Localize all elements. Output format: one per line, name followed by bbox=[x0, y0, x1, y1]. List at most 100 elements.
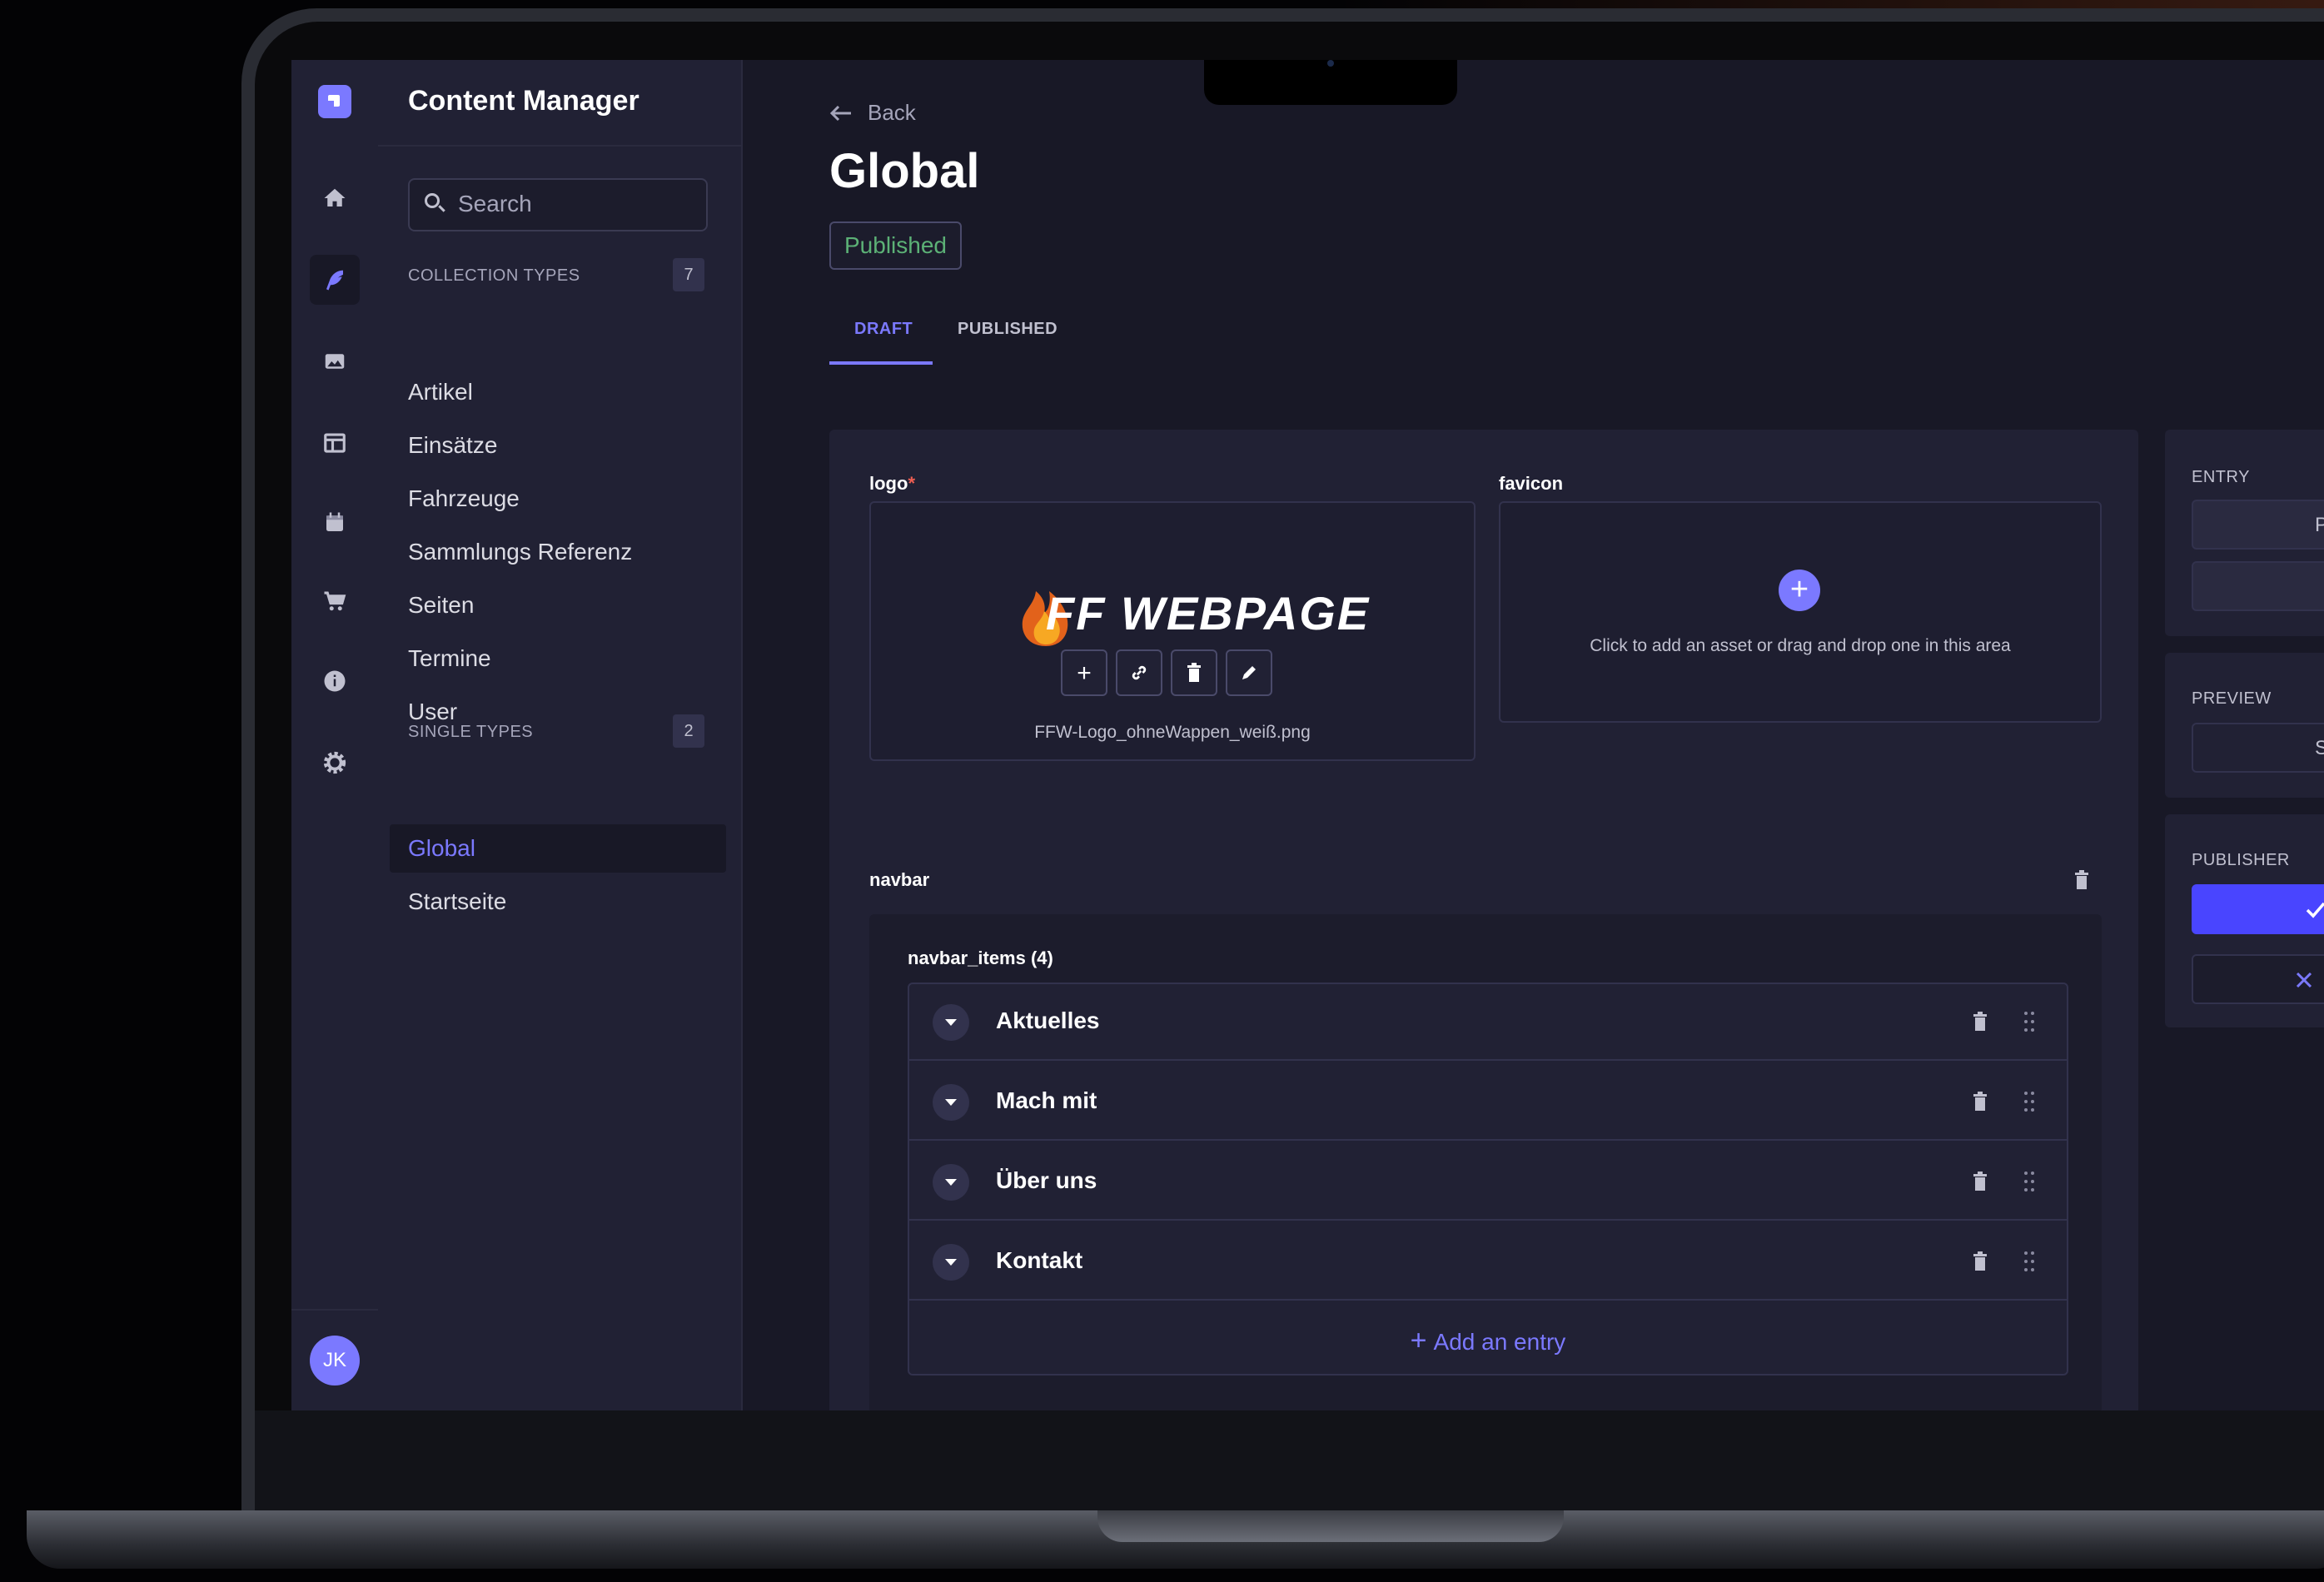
tab-draft[interactable]: DRAFT bbox=[854, 320, 913, 339]
reject-button[interactable] bbox=[2192, 954, 2324, 1004]
edit-asset-button[interactable] bbox=[1226, 649, 1272, 696]
favicon-field-label: favicon bbox=[1499, 473, 1564, 494]
list-item[interactable]: Über uns bbox=[909, 1144, 2067, 1221]
trash-icon[interactable] bbox=[1972, 1171, 1988, 1192]
edit-panel: logo* FF WEBPAGE + FFW-Logo_ohneWappen_w… bbox=[829, 430, 2138, 1410]
single-types-count: 2 bbox=[673, 714, 704, 748]
chevron-down-icon[interactable] bbox=[933, 1004, 969, 1041]
search-icon bbox=[425, 193, 440, 208]
logo-label-text: logo bbox=[869, 473, 908, 494]
list-item-label: Aktuelles bbox=[996, 1007, 1100, 1033]
add-entry-label: Add an entry bbox=[1433, 1329, 1566, 1355]
nav-title: Content Manager bbox=[408, 85, 639, 117]
list-item-label: Über uns bbox=[996, 1167, 1097, 1193]
tab-published[interactable]: PUBLISHED bbox=[958, 320, 1057, 339]
logo-asset-card[interactable]: FF WEBPAGE + FFW-Logo_ohneWappen_weiß.pn… bbox=[869, 501, 1476, 761]
sidebar-item-termine[interactable]: Termine bbox=[390, 634, 726, 683]
avatar[interactable]: JK bbox=[310, 1336, 360, 1385]
entry-button-secondary[interactable] bbox=[2192, 561, 2324, 611]
status-badge: Published bbox=[829, 221, 962, 270]
content-manager-nav: Content Manager COLLECTION TYPES 7 Artik… bbox=[378, 60, 743, 1410]
navbar-items-list: Aktuelles Mach mit Über uns Kontakt + Ad… bbox=[908, 983, 2068, 1376]
link-icon bbox=[1132, 665, 1147, 680]
calendar-icon[interactable] bbox=[310, 498, 360, 548]
approve-button[interactable] bbox=[2192, 884, 2324, 934]
search-input[interactable] bbox=[456, 188, 701, 220]
laptop-base-notch bbox=[1097, 1510, 1564, 1542]
trash-icon[interactable] bbox=[1972, 1011, 1988, 1032]
logo-image-text: FF WEBPAGE bbox=[1046, 587, 1371, 639]
sidebar-item-artikel[interactable]: Artikel bbox=[390, 368, 726, 416]
sidebar-item-global[interactable]: Global bbox=[390, 824, 726, 873]
collection-types-count: 7 bbox=[673, 258, 704, 291]
media-icon[interactable] bbox=[310, 336, 360, 386]
feather-icon[interactable] bbox=[310, 255, 360, 305]
favicon-drop-text: Click to add an asset or drag and drop o… bbox=[1590, 636, 2011, 655]
navbar-delete-icon[interactable] bbox=[2073, 869, 2090, 891]
layout-icon[interactable] bbox=[310, 418, 360, 468]
navbar-field-label: navbar bbox=[869, 869, 930, 890]
list-item-label: Mach mit bbox=[996, 1087, 1097, 1113]
list-item[interactable]: Kontakt bbox=[909, 1224, 2067, 1301]
page-title: Global bbox=[829, 144, 980, 198]
gear-icon[interactable] bbox=[310, 738, 360, 788]
logo-field-label: logo* bbox=[869, 473, 915, 495]
preview-button[interactable]: S bbox=[2192, 723, 2324, 773]
list-item-label: Kontakt bbox=[996, 1247, 1083, 1273]
sidebar-item-sammlungs-referenz[interactable]: Sammlungs Referenz bbox=[390, 528, 726, 576]
entry-label: ENTRY bbox=[2192, 468, 2250, 486]
list-item[interactable]: Aktuelles bbox=[909, 984, 2067, 1061]
favicon-dropzone[interactable]: + Click to add an asset or drag and drop… bbox=[1499, 501, 2102, 723]
back-arrow-icon[interactable] bbox=[829, 105, 853, 122]
required-mark: * bbox=[908, 473, 915, 494]
camera-notch bbox=[1204, 60, 1457, 105]
add-asset-button[interactable]: + bbox=[1061, 649, 1107, 696]
list-item[interactable]: Mach mit bbox=[909, 1064, 2067, 1141]
sidebar-item-seiten[interactable]: Seiten bbox=[390, 581, 726, 629]
entry-card: ENTRY P bbox=[2165, 430, 2324, 636]
chevron-down-icon[interactable] bbox=[933, 1164, 969, 1201]
drag-handle-icon[interactable] bbox=[2023, 1171, 2035, 1192]
camera-icon bbox=[1327, 60, 1334, 67]
check-icon bbox=[2306, 902, 2324, 918]
preview-label: PREVIEW bbox=[2192, 689, 2272, 708]
rail-divider bbox=[291, 1309, 378, 1311]
active-tab-indicator bbox=[829, 361, 933, 365]
icon-rail: JK bbox=[291, 60, 380, 1410]
chevron-down-icon[interactable] bbox=[933, 1244, 969, 1281]
back-link[interactable]: Back bbox=[868, 100, 916, 126]
trash-icon[interactable] bbox=[1972, 1251, 1988, 1272]
sidebar-item-startseite[interactable]: Startseite bbox=[390, 878, 726, 926]
app-logo-icon[interactable] bbox=[318, 85, 351, 118]
pencil-icon bbox=[1242, 666, 1256, 679]
drag-handle-icon[interactable] bbox=[2023, 1251, 2035, 1272]
add-favicon-icon[interactable]: + bbox=[1779, 570, 1820, 611]
drag-handle-icon[interactable] bbox=[2023, 1011, 2035, 1032]
publisher-card: PUBLISHER bbox=[2165, 814, 2324, 1027]
trash-icon[interactable] bbox=[1972, 1091, 1988, 1112]
cart-icon[interactable] bbox=[310, 576, 360, 626]
collection-types-label: COLLECTION TYPES bbox=[408, 266, 580, 285]
nav-divider bbox=[378, 145, 741, 147]
drag-handle-icon[interactable] bbox=[2023, 1091, 2035, 1112]
sidebar-item-einsaetze[interactable]: Einsätze bbox=[390, 421, 726, 470]
single-types-label: SINGLE TYPES bbox=[408, 723, 534, 741]
chevron-down-icon[interactable] bbox=[933, 1084, 969, 1121]
delete-asset-button[interactable] bbox=[1171, 649, 1217, 696]
publisher-label: PUBLISHER bbox=[2192, 851, 2290, 869]
entry-button-primary[interactable]: P bbox=[2192, 500, 2324, 550]
preview-card: PREVIEW S bbox=[2165, 653, 2324, 798]
app-screen: JK Content Manager COLLECTION TYPES 7 Ar… bbox=[291, 60, 2324, 1410]
logo-filename: FFW-Logo_ohneWappen_weiß.png bbox=[1034, 723, 1311, 742]
home-icon[interactable] bbox=[310, 173, 360, 223]
search-box[interactable] bbox=[408, 178, 708, 231]
copy-link-button[interactable] bbox=[1116, 649, 1162, 696]
add-entry-button[interactable]: + Add an entry bbox=[909, 1307, 2067, 1374]
info-icon[interactable] bbox=[310, 656, 360, 706]
close-icon bbox=[2296, 972, 2312, 988]
trash-icon bbox=[1187, 663, 1201, 682]
laptop-chin bbox=[255, 1410, 2324, 1510]
navbar-items-label: navbar_items (4) bbox=[908, 948, 1053, 968]
navbar-component: navbar_items (4) Aktuelles Mach mit Über bbox=[869, 914, 2102, 1410]
sidebar-item-fahrzeuge[interactable]: Fahrzeuge bbox=[390, 475, 726, 523]
